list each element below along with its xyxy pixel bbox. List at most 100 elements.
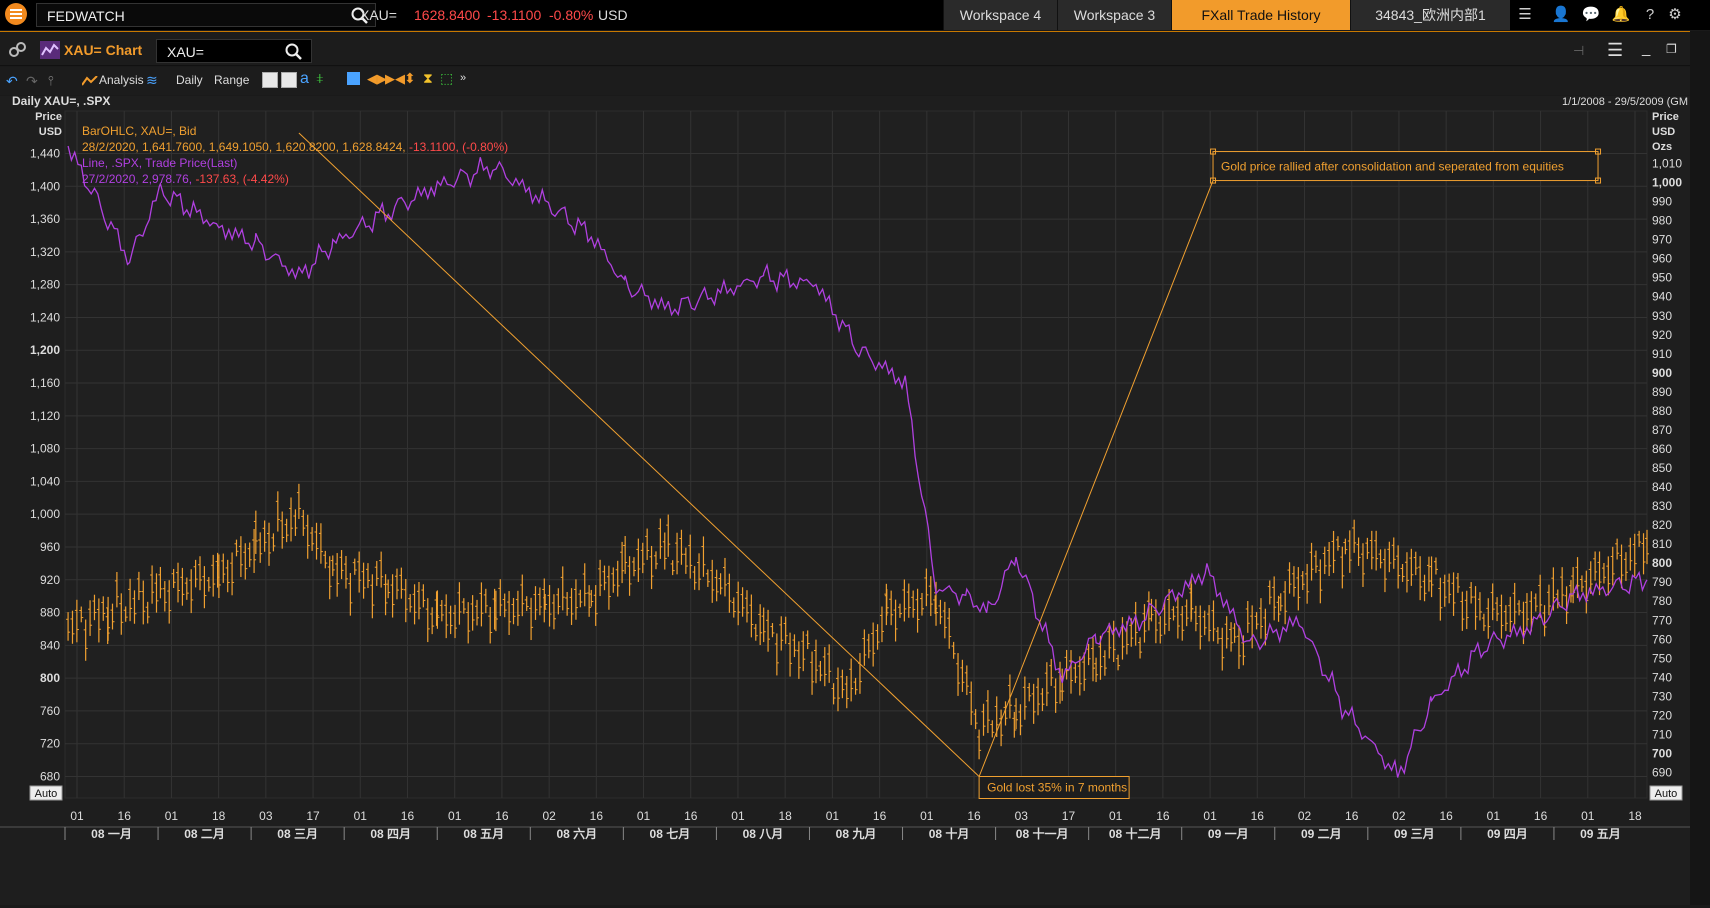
left-axis-unit: USD	[39, 126, 62, 138]
interval-menu[interactable]: Daily	[176, 73, 203, 87]
x-axis-month-label: 09 二月	[1301, 827, 1342, 841]
tab-fxall-trade-history[interactable]: FXall Trade History	[1171, 0, 1350, 30]
chart-title: Daily XAU=, .SPX	[12, 96, 110, 108]
cursor-tool-icon[interactable]: ⫯	[48, 73, 54, 89]
left-axis-unit: Price	[35, 111, 62, 123]
x-axis-month-label: 08 四月	[370, 827, 411, 841]
x-axis-month-label: 08 三月	[277, 827, 318, 841]
right-axis-tick: 940	[1652, 290, 1672, 304]
x-axis-day-label: 01	[826, 809, 840, 823]
right-axis-tick: 740	[1652, 670, 1672, 684]
right-axis-tick: 970	[1652, 233, 1672, 247]
quote-pct: -0.80%	[549, 7, 594, 23]
legend-values: 28/2/2020, 1,641.7600, 1,649.1050, 1,620…	[82, 140, 508, 154]
tab-workspace-4[interactable]: Workspace 4	[943, 0, 1057, 30]
right-axis-tick: 980	[1652, 214, 1672, 228]
app-logo-icon[interactable]	[0, 0, 30, 30]
hourglass-icon[interactable]: ⧗	[423, 70, 433, 87]
bell-icon[interactable]: 🔔	[1611, 6, 1631, 24]
x-axis-day-label: 16	[684, 809, 698, 823]
redo-icon[interactable]: ↷	[26, 73, 38, 90]
capture-icon[interactable]	[347, 72, 360, 85]
more-tools-icon[interactable]: »	[460, 72, 466, 84]
x-axis-month-label: 08 八月	[743, 827, 784, 841]
left-axis-tick: 1,400	[30, 179, 60, 193]
x-axis-day-label: 16	[873, 809, 887, 823]
vertical-scrollbar[interactable]	[1690, 31, 1710, 905]
left-axis-tick: 880	[40, 606, 60, 620]
x-axis-day-label: 18	[779, 809, 793, 823]
tab-workspace-europe[interactable]: 34843_欧洲内部1	[1350, 0, 1510, 30]
tree-icon[interactable]: ⊣	[1573, 43, 1584, 59]
chat-icon[interactable]: 💬	[1581, 6, 1601, 24]
x-axis-day-label: 16	[495, 809, 509, 823]
right-axis-tick: 850	[1652, 461, 1672, 475]
right-axis-unit: Price	[1652, 111, 1679, 123]
ric-input[interactable]: XAU=	[156, 39, 312, 63]
zoom-icon[interactable]: ▶◀	[385, 71, 405, 87]
minimize-icon[interactable]: _	[1642, 40, 1650, 57]
legend-name: Line, .SPX, Trade Price(Last)	[82, 156, 237, 170]
x-axis-day-label: 01	[637, 809, 651, 823]
help-icon[interactable]: ?	[1640, 6, 1660, 24]
right-axis-tick: 1,000	[1652, 176, 1682, 190]
tab-workspace-3[interactable]: Workspace 3	[1057, 0, 1171, 30]
expand-vertical-icon[interactable]: ⬍	[404, 70, 416, 87]
x-axis-month-label: 09 五月	[1580, 827, 1621, 841]
draw-tool-icon[interactable]: ⧧	[316, 70, 324, 87]
user-icon[interactable]: 👤	[1551, 6, 1571, 24]
x-axis-day-label: 16	[1251, 809, 1265, 823]
analysis-menu[interactable]: Analysis	[99, 73, 144, 87]
menu-icon[interactable]: ☰	[1515, 6, 1535, 24]
right-axis-tick: 800	[1652, 556, 1672, 570]
left-axis-tick: 920	[40, 573, 60, 587]
range-menu[interactable]: Range	[214, 73, 249, 87]
chart-svg[interactable]: Daily XAU=, .SPX 1/1/2008 - 29/5/2009 (GM…	[0, 94, 1690, 905]
chart-type-line-icon[interactable]	[262, 72, 278, 88]
settings-icon[interactable]: ⚙	[1665, 6, 1685, 24]
x-axis-month-label: 08 十月	[929, 826, 970, 841]
right-axis-tick: 730	[1652, 689, 1672, 703]
right-axis-tick: 840	[1652, 480, 1672, 494]
scroll-left-icon[interactable]: ◀▶	[367, 71, 387, 87]
window-menu-icon[interactable]: ☰	[1607, 40, 1623, 61]
search-input[interactable]: FEDWATCH	[36, 3, 376, 27]
ric-search-icon[interactable]	[285, 43, 303, 61]
undo-icon[interactable]: ↶	[6, 73, 18, 90]
text-tool-icon[interactable]: a	[300, 70, 309, 88]
legend-name: BarOHLC, XAU=, Bid	[82, 124, 196, 138]
right-axis-tick: 990	[1652, 195, 1672, 209]
right-axis-tick: 810	[1652, 537, 1672, 551]
x-axis-day-label: 01	[920, 809, 934, 823]
x-axis-day-label: 02	[542, 809, 556, 823]
x-axis-day-label: 16	[1345, 809, 1359, 823]
right-axis-tick: 890	[1652, 385, 1672, 399]
left-axis-tick: 1,200	[30, 343, 60, 357]
auto-right-button: Auto	[1655, 788, 1678, 800]
left-axis-tick: 1,000	[30, 507, 60, 521]
left-axis-tick: 1,080	[30, 442, 60, 456]
left-axis-tick: 720	[40, 737, 60, 751]
x-axis-month-label: 08 五月	[463, 827, 504, 841]
right-axis-tick: 910	[1652, 347, 1672, 361]
chart-area[interactable]: Daily XAU=, .SPX 1/1/2008 - 29/5/2009 (GM…	[0, 94, 1690, 905]
x-axis-day-label: 16	[1439, 809, 1453, 823]
x-axis-month-label: 08 九月	[836, 826, 877, 841]
right-axis-tick: 1,010	[1652, 157, 1682, 171]
right-axis-tick: 930	[1652, 309, 1672, 323]
restore-icon[interactable]: ❐	[1666, 42, 1677, 56]
x-axis-month-label: 08 二月	[184, 827, 225, 841]
link-icon[interactable]	[8, 42, 28, 58]
window-title: XAU= Chart	[64, 42, 143, 58]
x-axis-day-label: 18	[212, 809, 226, 823]
quote-price: 1628.8400	[414, 7, 481, 23]
x-axis-day-label: 16	[967, 809, 981, 823]
wave-icon[interactable]: ≋	[146, 72, 158, 89]
x-axis-day-label: 17	[1062, 809, 1076, 823]
chart-type-bar-icon[interactable]	[281, 72, 297, 88]
x-axis-day-label: 01	[731, 809, 745, 823]
right-axis-tick: 870	[1652, 423, 1672, 437]
right-axis-unit: Ozs	[1652, 141, 1672, 153]
select-tool-icon[interactable]: ⬚	[440, 70, 453, 87]
x-axis-day-label: 02	[1298, 809, 1312, 823]
